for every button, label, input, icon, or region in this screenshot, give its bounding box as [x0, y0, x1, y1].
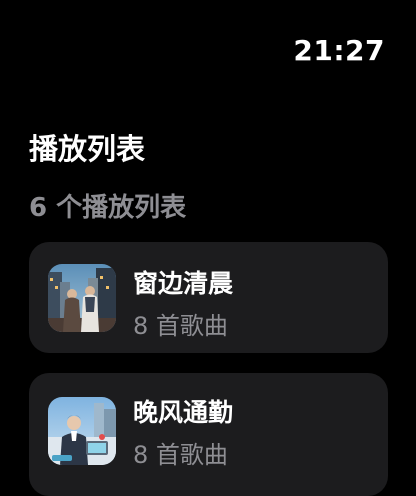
playlist-song-count: 8 首歌曲	[133, 312, 228, 340]
playlist-card[interactable]: 窗边清晨 8 首歌曲	[29, 242, 388, 353]
status-time: 21:27	[293, 34, 385, 67]
office-worker-artwork	[48, 397, 116, 465]
city-couple-artwork	[48, 264, 116, 332]
playlist-title: 窗边清晨	[133, 269, 234, 298]
page-title: 播放列表	[29, 132, 146, 166]
playlist-title: 晚风通勤	[133, 398, 234, 427]
playlist-card[interactable]: 晚风通勤 8 首歌曲	[29, 373, 388, 496]
playlist-song-count: 8 首歌曲	[133, 441, 228, 469]
playlist-count: 6 个播放列表	[29, 193, 187, 223]
